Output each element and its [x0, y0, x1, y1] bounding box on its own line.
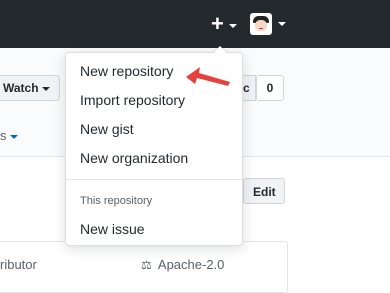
chevron-down-icon [229, 24, 237, 28]
edit-button[interactable]: Edit [243, 178, 285, 204]
menu-item-new-issue[interactable]: New issue [66, 216, 242, 242]
law-icon: ⚖ [141, 258, 152, 272]
user-menu-button[interactable] [250, 13, 290, 37]
chevron-down-icon [41, 86, 50, 91]
arrow-shape [186, 67, 230, 86]
plus-icon: + [211, 11, 224, 36]
star-count[interactable]: 0 [256, 75, 284, 101]
watch-button[interactable]: Watch [0, 75, 60, 101]
tab-insights[interactable]: s [0, 128, 18, 143]
menu-item-import-repository[interactable]: Import repository [66, 87, 242, 113]
license-label: Apache-2.0 [157, 257, 225, 272]
top-header: + [0, 0, 390, 48]
annotation-arrow [186, 67, 230, 86]
chevron-down-icon [278, 22, 286, 26]
contributors-label: ributor [0, 257, 37, 272]
dropdown-section-header: This repository [80, 195, 153, 207]
chevron-down-icon [9, 134, 18, 139]
menu-item-new-organization[interactable]: New organization [66, 145, 242, 171]
star-count-value: 0 [266, 81, 274, 95]
menu-item-new-gist[interactable]: New gist [66, 116, 242, 142]
watch-label: Watch [3, 81, 39, 95]
contributors-link[interactable]: ributor [0, 257, 37, 272]
dropdown-divider [66, 179, 242, 180]
edit-label: Edit [253, 185, 276, 199]
license-link[interactable]: ⚖ Apache-2.0 [141, 257, 224, 272]
star-button-label: c [243, 81, 250, 95]
avatar [250, 13, 272, 35]
create-new-menu-button[interactable]: + [209, 11, 239, 36]
tab-label: s [0, 128, 7, 143]
